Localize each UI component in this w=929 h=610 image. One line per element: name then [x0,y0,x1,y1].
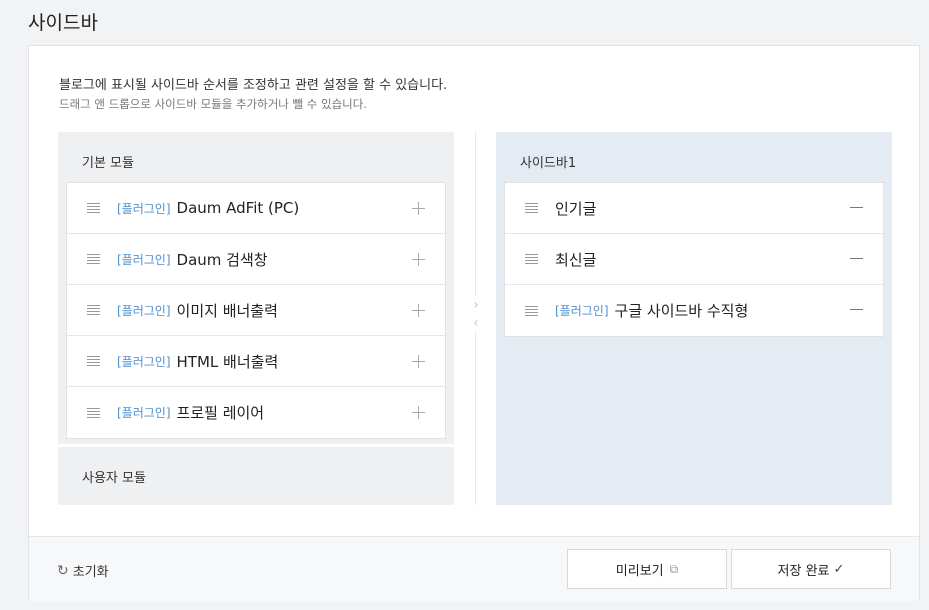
list-item[interactable]: 인기글 [505,183,883,234]
sidebar1-title: 사이드바1 [520,156,577,171]
plus-icon[interactable] [412,304,425,317]
basic-modules-group: 기본 모듈 [플러그인] Daum AdFit (PC) [플러그인] Daum… [58,132,454,444]
sidebar1-list: 인기글 최신글 [플러그인] 구글 사이드바 수직형 [504,182,884,337]
list-item[interactable]: 최신글 [505,234,883,285]
module-source-column: 기본 모듈 [플러그인] Daum AdFit (PC) [플러그인] Daum… [58,132,454,505]
minus-icon[interactable] [850,309,863,310]
plus-icon[interactable] [412,253,425,266]
plus-icon[interactable] [412,355,425,368]
drag-handle-icon[interactable] [525,203,538,213]
list-item[interactable]: [플러그인] 이미지 배너출력 [67,285,445,336]
plugin-tag: [플러그인] [117,201,171,216]
page-title: 사이드바 [28,12,98,34]
module-label: Daum AdFit (PC) [176,199,300,217]
check-icon: ✓ [833,561,845,577]
module-label: HTML 배너출력 [176,352,279,371]
user-modules-group[interactable]: 사용자 모듈 [58,447,454,505]
list-item[interactable]: [플러그인] Daum AdFit (PC) [67,183,445,234]
module-label: 인기글 [555,199,597,218]
preview-label: 미리보기 [615,563,664,579]
sidebar-settings-panel: 블로그에 표시될 사이드바 순서를 조정하고 관련 설정을 할 수 있습니다. … [28,45,920,601]
minus-icon[interactable] [850,207,863,208]
plugin-tag: [플러그인] [117,406,171,420]
module-label: 이미지 배너출력 [176,301,278,320]
sidebar1-column: 사이드바1 인기글 최신글 [플러그인] 구글 사이드바 수직형 [496,132,892,505]
drag-handle-icon[interactable] [525,305,538,316]
external-link-icon: ⧉ [669,561,679,576]
drag-handle-icon[interactable] [87,305,100,315]
list-item[interactable]: [플러그인] HTML 배너출력 [67,336,445,387]
refresh-icon: ↻ [57,562,69,579]
user-modules-title: 사용자 모듈 [82,471,146,486]
preview-button[interactable]: 미리보기 ⧉ [567,549,727,589]
drag-handle-icon[interactable] [87,203,100,213]
list-item[interactable]: [플러그인] 구글 사이드바 수직형 [505,285,883,336]
module-label: Daum 검색창 [176,250,268,269]
drag-handle-icon[interactable] [87,254,100,264]
plus-icon[interactable] [412,202,425,215]
list-item[interactable]: [플러그인] 프로필 레이어 [67,387,445,438]
save-label: 저장 완료 [777,563,830,579]
module-label: 프로필 레이어 [176,404,265,422]
description-subtext: 드래그 앤 드롭으로 사이드바 모듈을 추가하거나 뺄 수 있습니다. [59,97,367,111]
reset-label: 초기화 [72,565,109,580]
plugin-tag: [플러그인] [555,304,609,318]
plugin-tag: [플러그인] [117,252,171,267]
drag-handle-icon[interactable] [525,254,538,264]
module-label: 최신글 [555,250,597,269]
list-item[interactable]: [플러그인] Daum 검색창 [67,234,445,285]
reset-button[interactable]: ↻ 초기화 [57,561,109,581]
basic-modules-list: [플러그인] Daum AdFit (PC) [플러그인] Daum 검색창 [… [66,182,446,439]
footer-bar: ↻ 초기화 미리보기 ⧉ 저장 완료 ✓ [29,536,919,601]
save-button[interactable]: 저장 완료 ✓ [731,549,891,589]
move-arrows-icon: › ‹ [470,296,482,332]
plugin-tag: [플러그인] [117,303,171,318]
plus-icon[interactable] [412,406,425,419]
minus-icon[interactable] [850,258,863,259]
module-label: 구글 사이드바 수직형 [614,302,749,320]
basic-modules-title: 기본 모듈 [82,156,134,171]
drag-handle-icon[interactable] [87,407,100,418]
plugin-tag: [플러그인] [117,354,171,369]
drag-handle-icon[interactable] [87,356,100,366]
description-text: 블로그에 표시될 사이드바 순서를 조정하고 관련 설정을 할 수 있습니다. [59,78,448,93]
